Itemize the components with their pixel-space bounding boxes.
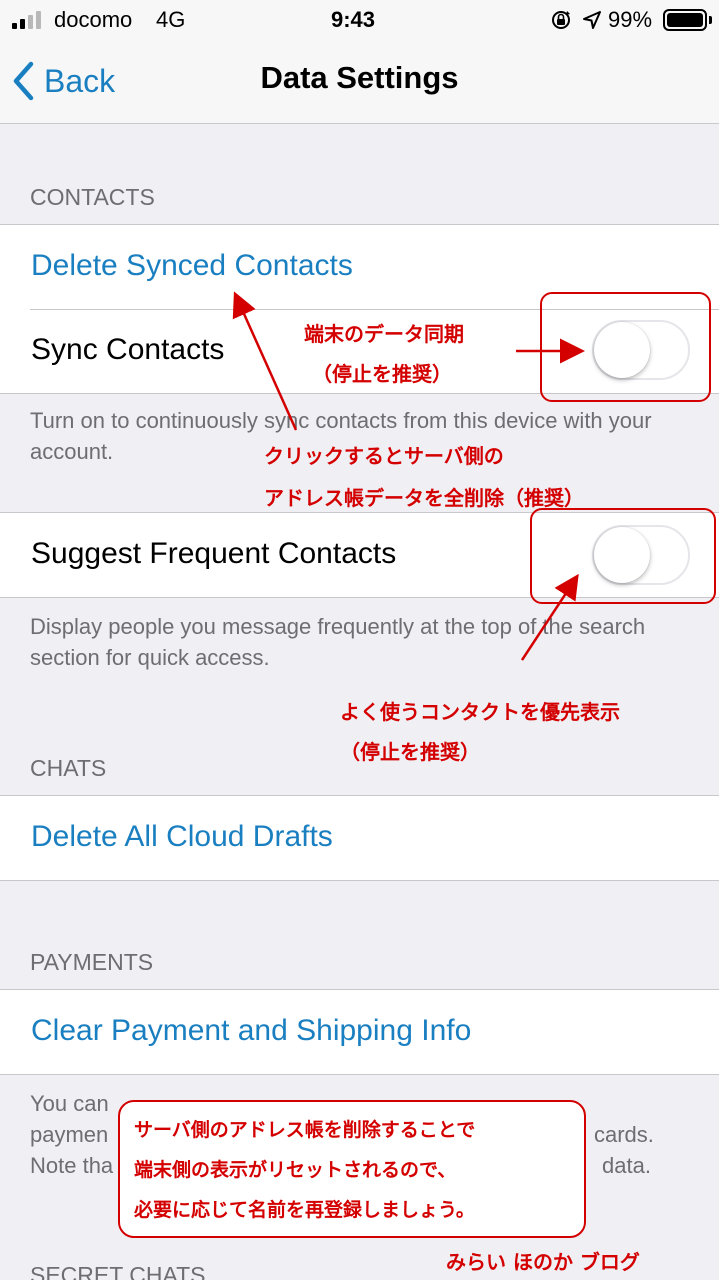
payments-footer-line2-end: cards.	[594, 1122, 654, 1147]
annotation-sync-line1: 端末のデータ同期	[304, 322, 464, 346]
delete-all-cloud-drafts-button[interactable]: Delete All Cloud Drafts	[31, 820, 333, 854]
location-icon	[583, 11, 601, 29]
battery-cap	[709, 16, 712, 24]
sync-contacts-label: Sync Contacts	[31, 333, 225, 366]
page-title: Data Settings	[260, 60, 459, 95]
annotation-delete-line2: アドレス帳データを全削除（推奨）	[264, 486, 584, 510]
payments-group: Clear Payment and Shipping Info	[0, 989, 719, 1075]
battery-percent: 99%	[608, 7, 653, 32]
payments-footer-line3-end: data.	[602, 1153, 651, 1178]
network-label: 4G	[156, 7, 186, 32]
rotation-lock-icon	[552, 11, 570, 29]
suggest-frequent-contacts-label: Suggest Frequent Contacts	[31, 537, 397, 570]
section-header-chats: CHATS	[30, 755, 107, 781]
suggest-frequent-footer: Display people you message frequently at…	[30, 614, 646, 670]
clear-payment-shipping-button[interactable]: Clear Payment and Shipping Info	[31, 1014, 471, 1048]
annotation-delete-line1: クリックするとサーバ側の	[264, 444, 504, 468]
watermark: みらい ほのか ブログ	[446, 1250, 640, 1274]
delete-synced-contacts-button[interactable]: Delete Synced Contacts	[31, 249, 353, 283]
annotation-highlight-suggest	[530, 508, 716, 604]
section-header-contacts: CONTACTS	[30, 184, 155, 210]
annotation-highlight-sync	[540, 292, 711, 402]
section-header-secret-chats: SECRET CHATS	[30, 1262, 206, 1280]
signal-strength-icon	[12, 11, 46, 29]
chats-group: Delete All Cloud Drafts	[0, 795, 719, 881]
annotation-box-line3: 必要に応じて名前を再登録しましょう。	[134, 1199, 475, 1221]
annotation-box-line2: 端末側の表示がリセットされるので、	[134, 1159, 457, 1181]
section-header-payments: PAYMENTS	[30, 949, 154, 975]
battery-icon	[663, 9, 707, 31]
battery-fill	[667, 13, 703, 27]
annotation-suggest-line1: よく使うコンタクトを優先表示	[340, 700, 620, 724]
annotation-sync-line2: （停止を推奨）	[312, 362, 452, 386]
clock: 9:43	[331, 7, 376, 32]
annotation-note-box: サーバ側のアドレス帳を削除することで 端末側の表示がリセットされるので、 必要に…	[118, 1100, 586, 1238]
annotation-box-line1: サーバ側のアドレス帳を削除することで	[134, 1119, 476, 1141]
carrier-label: docomo	[54, 7, 133, 32]
annotation-suggest-line2: （停止を推奨）	[340, 740, 480, 764]
